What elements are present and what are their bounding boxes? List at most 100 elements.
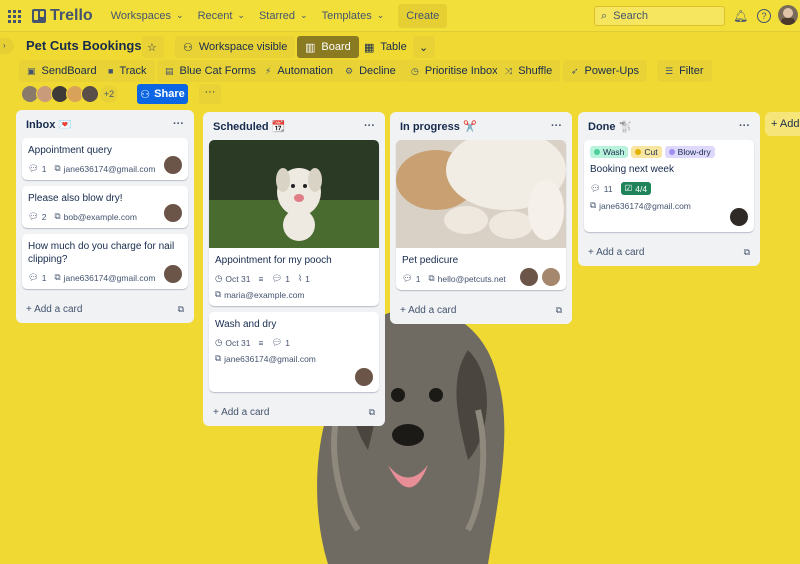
comment-badge: 💬︎ 1 xyxy=(28,163,47,174)
label-cut[interactable]: Cut xyxy=(631,146,662,158)
comment-badge: 💬︎ 11 xyxy=(590,183,613,194)
nav-recent[interactable]: Recent ⌄ xyxy=(198,10,245,22)
board-title[interactable]: Pet Cuts Bookings xyxy=(26,38,142,53)
rocket-icon: ➶ xyxy=(571,65,579,76)
board-menu-button[interactable]: ··· xyxy=(199,84,221,104)
powerup-track[interactable]: ■ Track xyxy=(100,60,155,82)
card-template-icon[interactable]: ⧉ xyxy=(744,247,750,258)
list-menu-icon[interactable]: ··· xyxy=(173,118,184,130)
member-avatar[interactable] xyxy=(81,85,99,103)
list-menu-icon[interactable]: ··· xyxy=(364,120,375,132)
notification-bell-icon[interactable]: 🔔︎ xyxy=(733,9,748,23)
list-header[interactable]: Done 🐩 ··· xyxy=(584,112,754,140)
add-card-button[interactable]: + Add a card ⧉ xyxy=(396,296,566,324)
email-icon: ⧉ xyxy=(215,353,222,363)
visibility-button[interactable]: ⚇ Workspace visible xyxy=(175,36,296,58)
card[interactable]: How much do you charge for nail clipping… xyxy=(22,234,188,289)
card-member-avatar[interactable] xyxy=(730,208,748,226)
list-menu-icon[interactable]: ··· xyxy=(551,120,562,132)
comment-badge: 💬︎ 1 xyxy=(28,272,47,283)
comment-icon: 💬︎ xyxy=(271,337,283,347)
card-member-avatar[interactable] xyxy=(520,268,538,286)
share-button[interactable]: ⚇ Share xyxy=(137,84,188,104)
card[interactable]: Appointment for my pooch ◷ Oct 31 ≡ 💬︎ 1 ⌇… xyxy=(209,140,379,306)
card[interactable]: Wash Cut Blow-dry Booking next week 💬︎ 11… xyxy=(584,140,754,232)
card-member-avatar[interactable] xyxy=(164,204,182,222)
card-member-avatar[interactable] xyxy=(355,368,373,386)
email-badge: ⧉ maria@example.com xyxy=(215,289,305,300)
description-badge: ≡ xyxy=(258,274,263,284)
label-wash[interactable]: Wash xyxy=(590,146,629,158)
user-avatar[interactable] xyxy=(778,5,798,25)
label-dot xyxy=(594,149,600,155)
comment-icon: 💬︎ xyxy=(590,183,601,193)
add-card-button[interactable]: + Add a card ⧉ xyxy=(209,398,379,426)
user-avatar-image xyxy=(781,8,795,25)
card-template-icon[interactable]: ⧉ xyxy=(369,407,375,418)
card-badges: ◷ Oct 31 ≡ 💬︎ 1 xyxy=(215,337,373,348)
label-dot xyxy=(668,149,675,155)
card-badges: 💬︎ 2 ⧉ bob@example.com xyxy=(28,211,182,222)
add-list-button[interactable]: + Add another list xyxy=(765,112,800,136)
card-template-icon[interactable]: ⧉ xyxy=(178,304,184,315)
add-card-button[interactable]: + Add a card ⧉ xyxy=(22,295,188,323)
more-views-button[interactable]: ⌄ xyxy=(413,36,435,58)
powerup-decline[interactable]: ⚙ Decline xyxy=(337,60,404,82)
label-blow-dry[interactable]: Blow-dry xyxy=(664,146,715,158)
card-member-avatar[interactable] xyxy=(542,268,560,286)
email-icon: ⧉ xyxy=(54,211,61,221)
powerup-prioritise-inbox[interactable]: ◷ Prioritise Inbox xyxy=(403,60,506,82)
email-icon: ⧉ xyxy=(54,272,61,282)
nav-starred[interactable]: Starred ⌄ xyxy=(259,10,308,22)
powerup-blue-cat-forms[interactable]: ▤ Blue Cat Forms xyxy=(157,60,264,82)
card-badges: ⧉ maria@example.com xyxy=(215,289,373,300)
card[interactable]: Pet pedicure 💬︎ 1 ⧉ hello@petcuts.net xyxy=(396,140,566,290)
list-header[interactable]: In progress ✂️ ··· xyxy=(396,112,566,140)
card[interactable]: Please also blow dry! 💬︎ 2 ⧉ bob@example.co… xyxy=(22,186,188,228)
add-card-button[interactable]: + Add a card ⧉ xyxy=(584,238,754,266)
due-date-badge: ◷ Oct 31 xyxy=(215,273,251,284)
create-button[interactable]: Create xyxy=(398,3,448,28)
card-badges: 💬︎ 1 ⧉ jane636174@gmail.com xyxy=(28,272,182,283)
comment-icon: 💬︎ xyxy=(28,272,39,282)
nav-workspaces[interactable]: Workspaces ⌄ xyxy=(111,10,184,22)
paperclip-icon: ⌇ xyxy=(297,273,303,283)
powerup-power-ups[interactable]: ➶ Power-Ups xyxy=(563,60,647,82)
description-icon: ≡ xyxy=(258,273,264,284)
comment-badge: 💬︎ 1 xyxy=(402,273,421,284)
label-dot xyxy=(635,149,642,155)
list-menu-icon[interactable]: ··· xyxy=(739,120,750,132)
email-badge: ⧉ jane636174@gmail.com xyxy=(590,200,691,211)
card-badges: ⧉ jane636174@gmail.com xyxy=(590,200,748,211)
chevron-down-icon: ⌄ xyxy=(176,10,184,20)
sidebar-toggle-button[interactable]: › xyxy=(0,38,14,54)
shuffle-icon: ⤨ xyxy=(505,65,513,76)
powerup-automation[interactable]: ⚡︎ Automation xyxy=(257,60,341,82)
star-board-button[interactable]: ☆ xyxy=(142,36,164,58)
filter-button[interactable]: ☰ Filter xyxy=(657,60,712,82)
search-input[interactable]: ⌕ Search xyxy=(594,6,725,26)
nav-templates[interactable]: Templates ⌄ xyxy=(322,10,385,22)
powerup-sendboard[interactable]: ▣ SendBoard xyxy=(19,60,105,82)
more-members-count[interactable]: +2 xyxy=(100,85,118,103)
trello-logo[interactable]: Trello xyxy=(32,7,93,25)
card-template-icon[interactable]: ⧉ xyxy=(556,305,562,316)
list-header[interactable]: Inbox 💌 ··· xyxy=(22,110,188,138)
list-scheduled: Scheduled 📆 ··· Appointment for my pooch … xyxy=(203,112,385,426)
email-icon: ⧉ xyxy=(590,200,597,210)
board-members: +2 xyxy=(21,85,118,103)
list-header[interactable]: Scheduled 📆 ··· xyxy=(209,112,379,140)
card-cover-image xyxy=(396,140,566,248)
apps-grid-icon[interactable] xyxy=(6,8,22,24)
due-date-badge: ◷ Oct 31 xyxy=(215,337,251,348)
help-icon[interactable]: ? xyxy=(757,9,771,23)
view-table-tab[interactable]: ▦ Table xyxy=(356,36,415,58)
powerup-shuffle[interactable]: ⤨ Shuffle xyxy=(497,60,561,82)
email-badge: ⧉ jane636174@gmail.com xyxy=(54,163,156,174)
card-member-avatar[interactable] xyxy=(164,156,182,174)
card-member-avatar[interactable] xyxy=(164,265,182,283)
chevron-down-icon: ⌄ xyxy=(376,10,385,20)
card[interactable]: Wash and dry ◷ Oct 31 ≡ 💬︎ 1 ⧉ jane636174@g… xyxy=(209,312,379,392)
view-board-tab[interactable]: ▥ Board xyxy=(297,36,359,58)
card[interactable]: Appointment query 💬︎ 1 ⧉ jane636174@gmail.c… xyxy=(22,138,188,180)
